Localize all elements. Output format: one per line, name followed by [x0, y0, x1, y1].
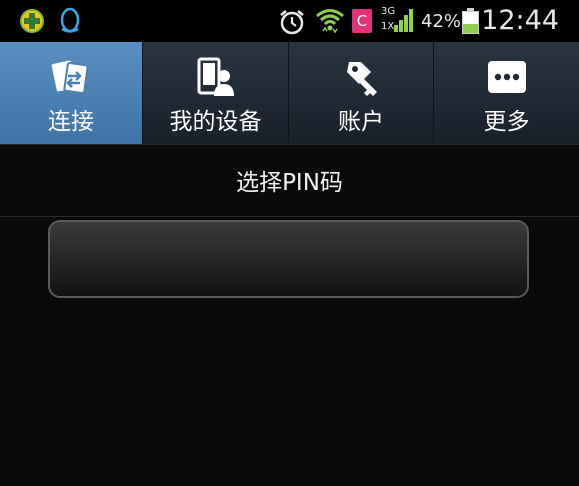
account-key-icon: [347, 62, 377, 96]
tab-my-devices[interactable]: 我的设备: [143, 42, 289, 144]
my-devices-icon: [197, 57, 234, 96]
pin-input[interactable]: [48, 220, 529, 298]
connect-icon: [51, 60, 89, 94]
battery-percent: 42%: [421, 11, 462, 32]
signal-icon: [394, 9, 413, 32]
tab-more-label: 更多: [483, 109, 530, 135]
status-bar: C 3G 1X 42% 12:44: [0, 0, 579, 42]
qq-icon: [60, 7, 80, 33]
carrier-c-icon: C: [352, 9, 372, 33]
tab-connect-label: 连接: [48, 109, 94, 135]
wifi-icon: [316, 9, 344, 34]
app-360-icon: [20, 9, 44, 33]
select-pin-title: 选择PIN码: [236, 170, 343, 196]
alarm-icon: [280, 10, 304, 35]
tab-more[interactable]: 更多: [434, 42, 579, 144]
tab-connect[interactable]: 连接: [0, 42, 143, 144]
more-icon: [487, 61, 526, 93]
section-divider: [0, 216, 579, 217]
tab-account[interactable]: 账户: [289, 42, 434, 144]
status-clock: 12:44: [481, 5, 559, 36]
battery-fill: [463, 24, 478, 33]
battery-icon: [462, 8, 479, 34]
tab-account-label: 账户: [338, 109, 384, 135]
tab-bar: 连接 我的设备 账户 更多: [0, 42, 579, 145]
tab-my-devices-label: 我的设备: [169, 109, 262, 135]
